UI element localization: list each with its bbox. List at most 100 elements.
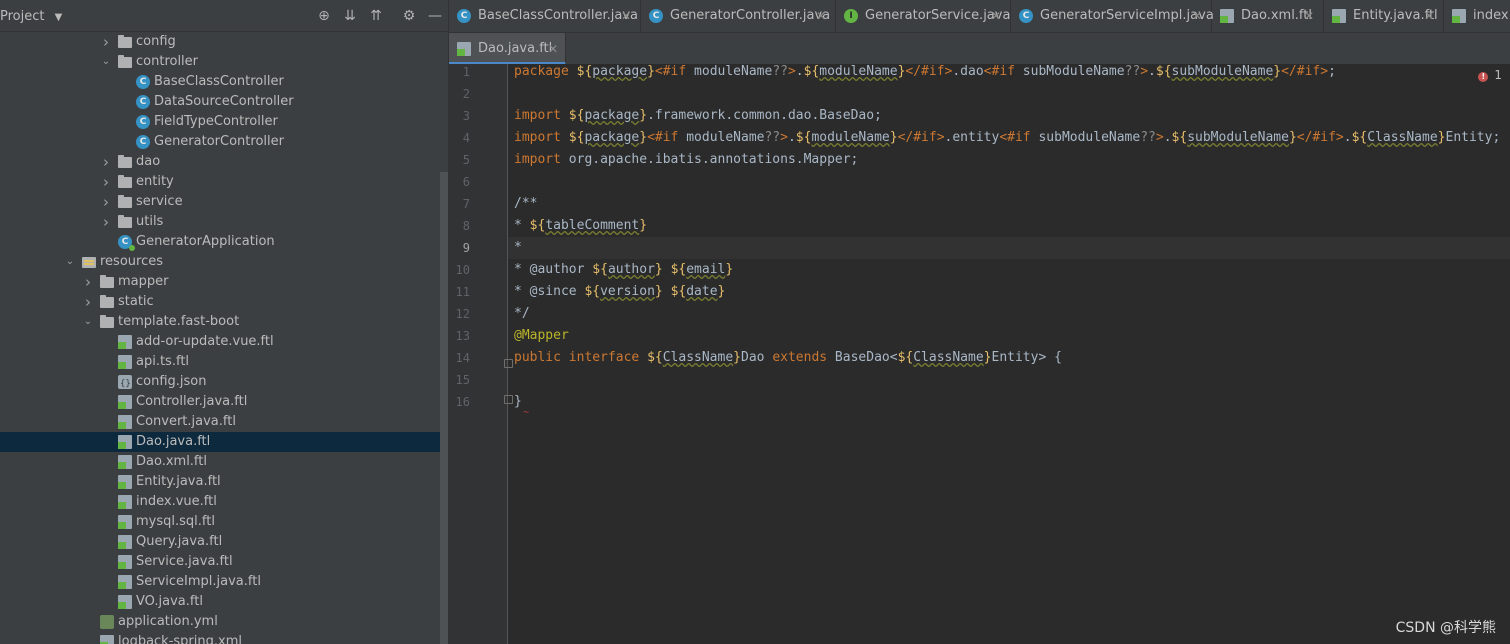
tree-item[interactable]: VO.java.ftl: [0, 592, 440, 612]
tree-item[interactable]: ⌄ resources: [0, 252, 440, 272]
tree-item[interactable]: add-or-update.vue.ftl: [0, 332, 440, 352]
tab-label: GeneratorServiceImpl.java: [1040, 8, 1214, 23]
line-number: 5: [462, 153, 470, 167]
tree-item-label: GeneratorController: [154, 134, 284, 149]
tree-item[interactable]: Query.java.ftl: [0, 532, 440, 552]
tree-item-label: dao: [136, 154, 161, 169]
tree-item-label: controller: [136, 54, 199, 69]
chevron-down-icon[interactable]: ⌄: [82, 312, 94, 332]
fold-marker-icon[interactable]: [504, 359, 513, 368]
ftl-file-icon: [457, 42, 471, 56]
java-class-icon: C: [136, 135, 150, 149]
tree-item[interactable]: Dao.java.ftl: [0, 432, 440, 452]
ftl-file-icon: [1220, 9, 1234, 23]
close-icon[interactable]: ✕: [816, 0, 826, 32]
tree-item-label: FieldTypeController: [154, 114, 278, 129]
project-panel-header: Project ▼ ⊕ ⇊ ⇈ ⚙ —: [0, 0, 448, 32]
tree-item[interactable]: C BaseClassController: [0, 72, 440, 92]
code-line-14: public interface ${ClassName}Dao extends…: [514, 350, 1062, 365]
tree-item[interactable]: application.yml: [0, 612, 440, 632]
tree-item-label: Service.java.ftl: [136, 554, 233, 569]
tab-dao-java-ftl[interactable]: Dao.java.ftl ✕: [449, 33, 566, 65]
tree-item[interactable]: C GeneratorController: [0, 132, 440, 152]
chevron-down-icon[interactable]: ⌄: [100, 52, 112, 72]
code-editor[interactable]: 1 2 3 4 5 6 7 8 9 10 11 12 13 14 15 16 package ${packag…: [448, 64, 1510, 644]
tree-item[interactable]: mysql.sql.ftl: [0, 512, 440, 532]
tree-item[interactable]: Service.java.ftl: [0, 552, 440, 572]
ftl-file-icon: [118, 415, 132, 429]
project-view-selector[interactable]: Project ▼: [0, 9, 62, 24]
error-indicator[interactable]: ! 1: [1478, 68, 1502, 82]
fold-marker-icon[interactable]: [504, 395, 513, 404]
tree-item[interactable]: › service: [0, 192, 440, 212]
close-icon[interactable]: ✕: [548, 33, 558, 65]
tree-item[interactable]: › entity: [0, 172, 440, 192]
folder-icon: [100, 275, 114, 288]
editor-tab[interactable]: Dao.xml.ftl ✕: [1212, 0, 1324, 32]
close-icon[interactable]: ✕: [1304, 0, 1314, 32]
close-icon[interactable]: ✕: [991, 0, 1001, 32]
collapse-all-icon[interactable]: ⇈: [366, 6, 386, 26]
editor-tab[interactable]: C GeneratorServiceImpl.java ✕: [1011, 0, 1214, 32]
tree-item[interactable]: index.vue.ftl: [0, 492, 440, 512]
tree-item[interactable]: logback-spring.xml: [0, 632, 440, 644]
close-icon[interactable]: ✕: [1424, 0, 1434, 32]
chevron-right-icon[interactable]: ›: [82, 292, 94, 312]
tree-item[interactable]: C GeneratorApplication: [0, 232, 440, 252]
locate-icon[interactable]: ⊕: [314, 6, 334, 26]
tree-item[interactable]: ⌄ controller: [0, 52, 440, 72]
editor-tab[interactable]: C GeneratorController.java ✕: [641, 0, 836, 32]
chevron-right-icon[interactable]: ›: [100, 192, 112, 212]
tree-item[interactable]: Controller.java.ftl: [0, 392, 440, 412]
tree-item[interactable]: › mapper: [0, 272, 440, 292]
folder-icon: [118, 195, 132, 208]
chevron-right-icon[interactable]: ›: [100, 152, 112, 172]
line-number: 7: [462, 197, 470, 211]
ftl-file-icon: [118, 355, 132, 369]
tree-item-label: Convert.java.ftl: [136, 414, 236, 429]
editor-tab[interactable]: C BaseClassController.java ✕: [449, 0, 641, 32]
chevron-right-icon[interactable]: ›: [82, 272, 94, 292]
editor-tab[interactable]: index.v: [1444, 0, 1510, 32]
tree-item[interactable]: › static: [0, 292, 440, 312]
tree-item[interactable]: Dao.xml.ftl: [0, 452, 440, 472]
code-line-8: * ${tableComment}: [514, 218, 648, 233]
tree-item[interactable]: › config: [0, 32, 440, 52]
tree-item[interactable]: config.json: [0, 372, 440, 394]
editor-tab[interactable]: I GeneratorService.java ✕: [836, 0, 1011, 32]
tree-item-label: resources: [100, 254, 164, 269]
tree-item-label: add-or-update.vue.ftl: [136, 334, 274, 349]
tree-item[interactable]: C DataSourceController: [0, 92, 440, 112]
project-title: Project: [0, 9, 45, 24]
editor-tab[interactable]: Entity.java.ftl ✕: [1324, 0, 1444, 32]
code-line-9: *: [514, 240, 522, 255]
tree-item[interactable]: ServiceImpl.java.ftl: [0, 572, 440, 592]
tree-item[interactable]: › dao: [0, 152, 440, 172]
tree-item[interactable]: api.ts.ftl: [0, 352, 440, 372]
tree-item[interactable]: Entity.java.ftl: [0, 472, 440, 492]
gear-icon[interactable]: ⚙: [399, 6, 419, 26]
tree-item[interactable]: C FieldTypeController: [0, 112, 440, 132]
expand-all-icon[interactable]: ⇊: [340, 6, 360, 26]
tree-item-label: application.yml: [118, 614, 218, 629]
code-line-7: /**: [514, 196, 538, 211]
chevron-right-icon[interactable]: ›: [100, 172, 112, 192]
project-panel-scrollbar[interactable]: [440, 172, 448, 644]
tree-item[interactable]: Convert.java.ftl: [0, 412, 440, 432]
tree-item-label: Query.java.ftl: [136, 534, 223, 549]
tree-item[interactable]: ⌄ template.fast-boot: [0, 312, 440, 332]
chevron-right-icon[interactable]: ›: [100, 32, 112, 52]
minimize-icon[interactable]: —: [425, 6, 445, 26]
close-icon[interactable]: ✕: [621, 0, 631, 32]
chevron-right-icon[interactable]: ›: [100, 212, 112, 232]
close-icon[interactable]: ✕: [1192, 0, 1202, 32]
tree-item-label: service: [136, 194, 183, 209]
tree-item-label: Entity.java.ftl: [136, 474, 221, 489]
chevron-down-icon[interactable]: ⌄: [64, 252, 76, 272]
line-number: 13: [455, 329, 470, 343]
tree-item-label: mysql.sql.ftl: [136, 514, 215, 529]
ftl-file-icon: [118, 495, 132, 509]
ftl-file-icon: [118, 515, 132, 529]
line-number: 11: [455, 285, 470, 299]
tree-item[interactable]: › utils: [0, 212, 440, 232]
